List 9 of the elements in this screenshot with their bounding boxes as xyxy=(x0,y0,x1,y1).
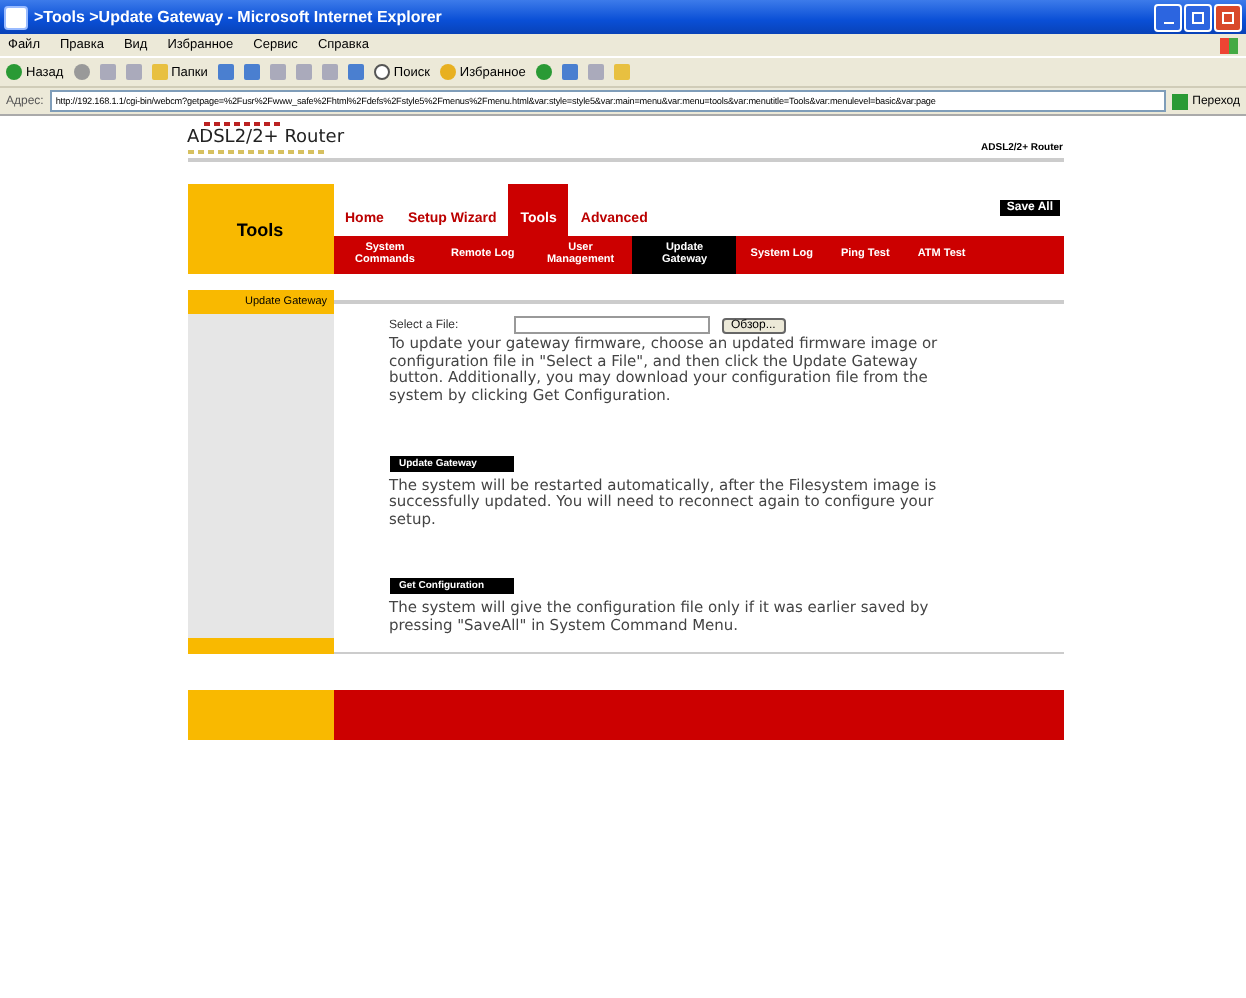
minimize-button[interactable] xyxy=(1154,3,1182,31)
toolbar-icon[interactable] xyxy=(347,64,364,80)
window-title: >Tools >Update Gateway - Microsoft Internet Explorer xyxy=(34,8,444,26)
maximize-button[interactable] xyxy=(1184,3,1212,31)
close-button[interactable] xyxy=(1214,3,1242,31)
file-input[interactable] xyxy=(513,316,709,334)
windows-flag-icon xyxy=(1220,37,1238,53)
section-title: Tools xyxy=(187,184,333,274)
logo: ADSL2/2+ Router xyxy=(187,128,345,148)
